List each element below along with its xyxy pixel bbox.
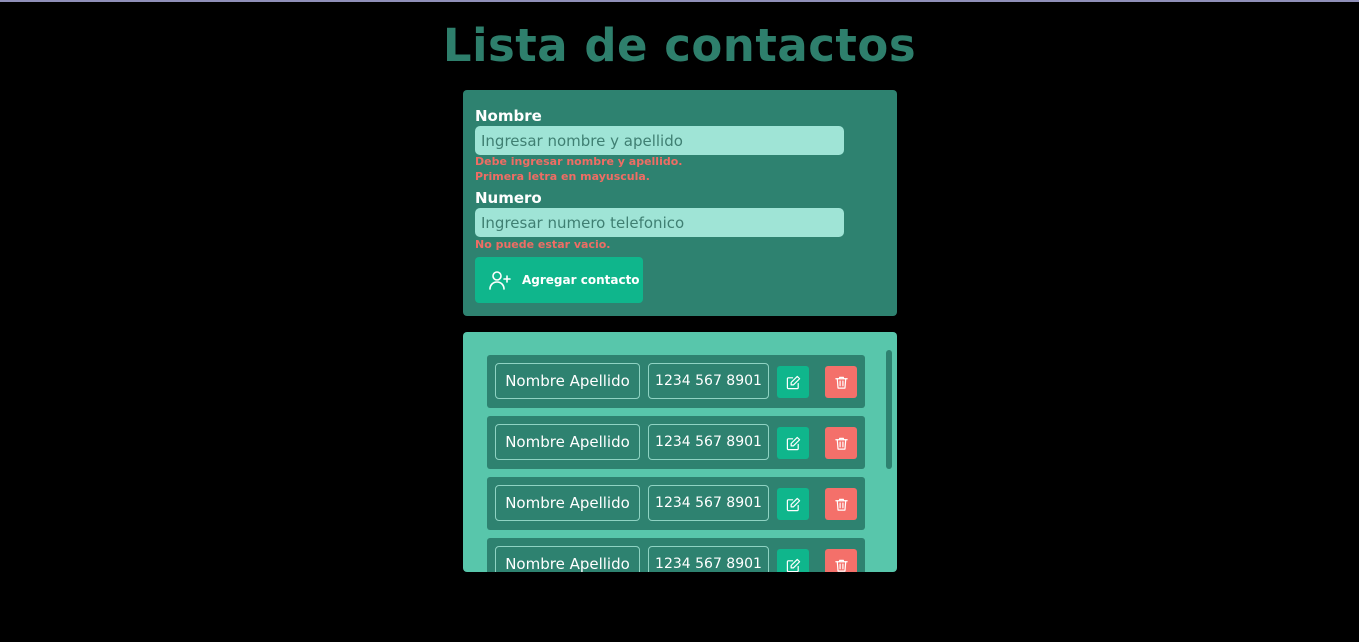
- edit-contact-button[interactable]: [777, 366, 809, 398]
- delete-contact-button[interactable]: [825, 488, 857, 520]
- contact-name: Nombre Apellido: [495, 546, 640, 572]
- edit-contact-button[interactable]: [777, 488, 809, 520]
- edit-icon: [786, 436, 800, 450]
- contact-name: Nombre Apellido: [495, 424, 640, 460]
- edit-contact-button[interactable]: [777, 549, 809, 572]
- page-title: Lista de contactos: [442, 19, 917, 72]
- contact-row: Nombre Apellido 1234 567 8901: [487, 477, 865, 530]
- edit-contact-button[interactable]: [777, 427, 809, 459]
- name-error-required: Debe ingresar nombre y apellido.: [475, 155, 683, 168]
- contact-number: 1234 567 8901: [648, 363, 769, 399]
- delete-contact-button[interactable]: [825, 427, 857, 459]
- contact-row: Nombre Apellido 1234 567 8901: [487, 416, 865, 469]
- contact-number: 1234 567 8901: [648, 485, 769, 521]
- delete-contact-button[interactable]: [825, 549, 857, 572]
- contact-number: 1234 567 8901: [648, 424, 769, 460]
- contact-row: Nombre Apellido 1234 567 8901: [487, 355, 865, 408]
- trash-icon: [834, 376, 848, 389]
- trash-icon: [834, 437, 848, 450]
- contact-name: Nombre Apellido: [495, 363, 640, 399]
- contact-form: Nombre Debe ingresar nombre y apellido. …: [463, 90, 897, 316]
- delete-contact-button[interactable]: [825, 366, 857, 398]
- name-input[interactable]: [475, 126, 844, 155]
- contact-list-scroll-area[interactable]: Nombre Apellido 1234 567 8901 Nombre Ape…: [487, 355, 865, 572]
- add-contact-label: Agregar contacto: [522, 273, 640, 287]
- number-input[interactable]: [475, 208, 844, 237]
- add-contact-button[interactable]: Agregar contacto: [475, 257, 643, 303]
- scrollbar-thumb[interactable]: [886, 350, 892, 469]
- contact-list: Nombre Apellido 1234 567 8901 Nombre Ape…: [463, 332, 897, 572]
- user-plus-icon: [489, 271, 511, 290]
- trash-icon: [834, 559, 848, 572]
- contact-name: Nombre Apellido: [495, 485, 640, 521]
- number-label: Numero: [475, 189, 542, 207]
- top-border: [0, 0, 1359, 2]
- contact-row: Nombre Apellido 1234 567 8901: [487, 538, 865, 572]
- contact-number: 1234 567 8901: [648, 546, 769, 572]
- edit-icon: [786, 558, 800, 572]
- trash-icon: [834, 498, 848, 511]
- edit-icon: [786, 375, 800, 389]
- edit-icon: [786, 497, 800, 511]
- name-label: Nombre: [475, 107, 542, 125]
- name-error-capital: Primera letra en mayuscula.: [475, 170, 650, 183]
- number-error: No puede estar vacio.: [475, 238, 611, 251]
